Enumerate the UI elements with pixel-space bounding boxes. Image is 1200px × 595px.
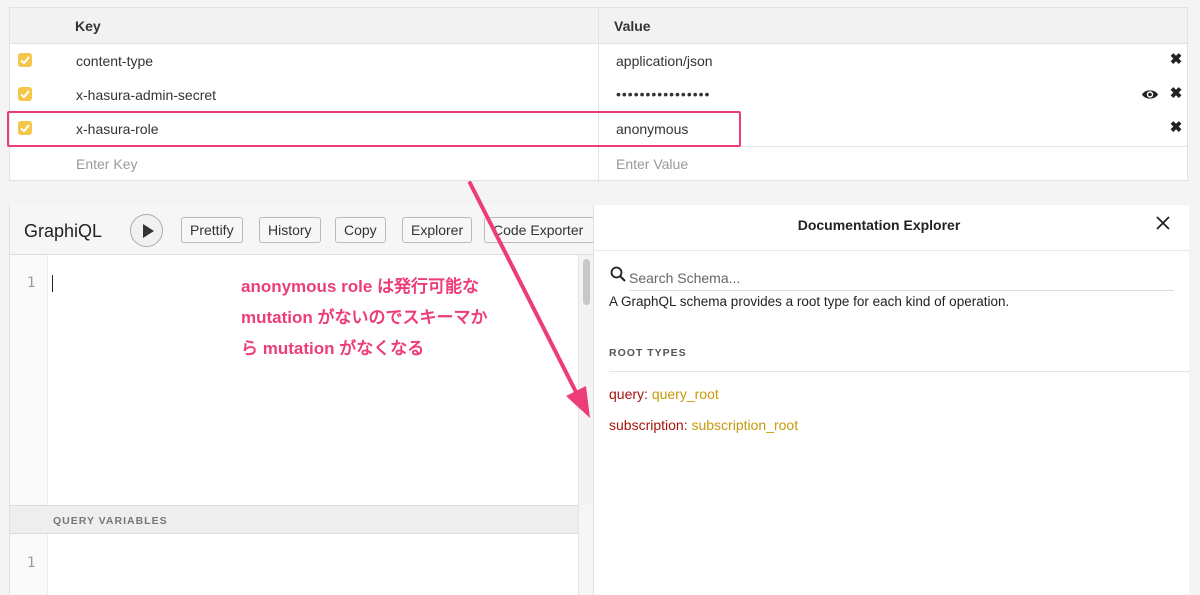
editor-scrollbar[interactable]: [578, 255, 593, 505]
root-types-heading: ROOT TYPES: [609, 347, 687, 359]
remove-header-icon[interactable]: ✖: [1169, 86, 1183, 102]
header-value[interactable]: application/json: [616, 53, 713, 69]
close-icon[interactable]: [1156, 216, 1170, 235]
header-enabled-checkbox[interactable]: [18, 53, 32, 67]
divider: [609, 371, 1190, 372]
remove-header-icon[interactable]: ✖: [1169, 52, 1183, 68]
role-highlight-box: [7, 111, 741, 147]
type-link[interactable]: subscription_root: [691, 417, 798, 433]
line-number: 1: [27, 275, 36, 291]
value-column-header: Value: [614, 18, 651, 34]
type-link[interactable]: query_root: [652, 386, 719, 402]
search-icon: [610, 266, 626, 287]
graphiql-toolbar: GraphiQL Prettify History Copy Explorer …: [10, 205, 596, 255]
variables-scroll-track: [578, 505, 593, 595]
explorer-button[interactable]: Explorer: [402, 217, 473, 243]
header-value-masked[interactable]: ••••••••••••••••: [616, 86, 710, 102]
execute-query-button[interactable]: [130, 214, 163, 247]
root-type-query: query: query_root: [609, 386, 719, 402]
docs-title: Documentation Explorer: [797, 217, 961, 233]
documentation-explorer: Documentation Explorer A GraphQL schema …: [593, 205, 1190, 595]
prettify-button[interactable]: Prettify: [181, 217, 243, 243]
header-key[interactable]: x-hasura-admin-secret: [76, 87, 216, 103]
docs-header: Documentation Explorer: [594, 205, 1190, 251]
request-headers-table: Key Value content-type application/json …: [9, 7, 1188, 182]
new-value-input[interactable]: Enter Value: [616, 156, 688, 172]
column-divider: [598, 8, 599, 182]
remove-header-icon[interactable]: ✖: [1169, 120, 1183, 136]
variables-gutter: 1: [10, 534, 48, 595]
show-secret-eye-icon[interactable]: [1141, 88, 1159, 106]
key-column-header: Key: [75, 18, 101, 34]
query-variables-header[interactable]: QUERY VARIABLES: [10, 505, 578, 534]
root-type-subscription: subscription: subscription_root: [609, 417, 799, 433]
history-button[interactable]: History: [259, 217, 321, 243]
graphiql-panel: GraphiQL Prettify History Copy Explorer …: [9, 205, 596, 595]
code-exporter-button[interactable]: Code Exporter: [484, 217, 596, 243]
new-key-input[interactable]: Enter Key: [76, 156, 137, 172]
query-variables-label: QUERY VARIABLES: [53, 515, 168, 527]
text-cursor: [52, 275, 53, 292]
variables-editor[interactable]: 1: [10, 534, 578, 595]
header-enabled-checkbox[interactable]: [18, 87, 32, 101]
header-key[interactable]: content-type: [76, 53, 153, 69]
line-number: 1: [27, 555, 36, 571]
copy-button[interactable]: Copy: [335, 217, 386, 243]
field-name: query: [609, 386, 645, 402]
field-name: subscription: [609, 417, 684, 433]
graphiql-title: GraphiQL: [24, 221, 103, 241]
scrollbar-thumb[interactable]: [583, 259, 590, 305]
annotation-note: anonymous role は発行可能な mutation がないのでスキーマ…: [241, 277, 488, 358]
schema-search-input[interactable]: [629, 265, 1174, 291]
play-icon: [143, 224, 154, 238]
schema-description: A GraphQL schema provides a root type fo…: [609, 294, 1010, 309]
